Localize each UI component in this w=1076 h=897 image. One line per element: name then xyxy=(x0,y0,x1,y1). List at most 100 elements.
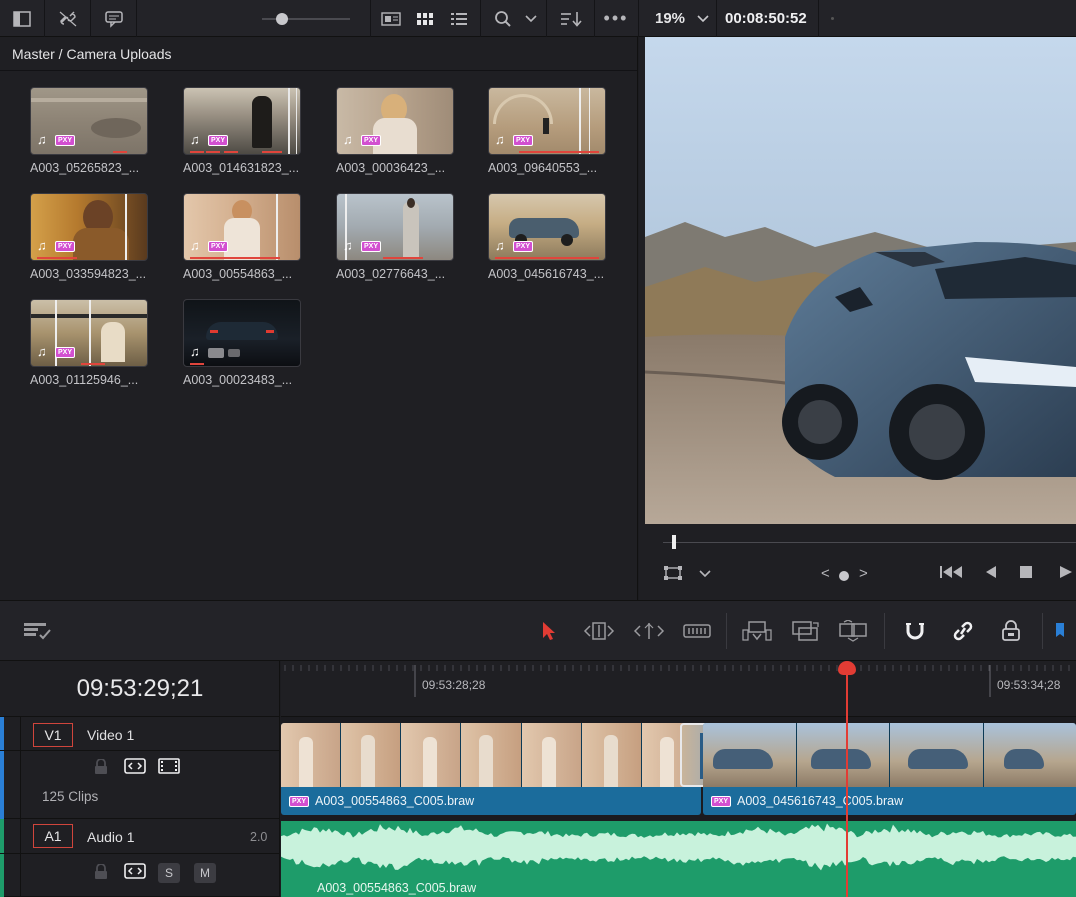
transform-icon[interactable] xyxy=(663,565,683,586)
video-track-header: V1 Video 1 125 Clips xyxy=(0,717,280,819)
timeline-ruler[interactable]: 09:53:28;28 09:53:34;28 xyxy=(281,661,1076,717)
clip-name: A003_01125946_... xyxy=(30,373,139,387)
position-lock-icon[interactable] xyxy=(994,617,1028,645)
clip-item[interactable]: ♫ PXY A003_09640553_... xyxy=(488,87,606,175)
play-reverse-icon[interactable] xyxy=(985,565,997,584)
auto-track-select-icon[interactable] xyxy=(124,758,146,774)
playhead-line[interactable] xyxy=(846,669,848,897)
sort-icon[interactable] xyxy=(556,3,586,34)
chevron-down-icon[interactable] xyxy=(520,3,542,34)
dot-indicator xyxy=(831,17,834,20)
proxy-badge: PXY xyxy=(55,347,76,358)
audio-note-icon: ♫ xyxy=(495,132,505,147)
viewer-frame xyxy=(645,37,1076,524)
clip-thumbnail: ♫ PXY xyxy=(30,193,148,261)
proxy-badge: PXY xyxy=(55,135,76,146)
audio-channel-format: 2.0 xyxy=(250,830,268,844)
track-selection-indicator xyxy=(0,717,4,819)
clip-item[interactable]: ♫ A003_00023483_... xyxy=(183,299,301,387)
camera-badge-icon xyxy=(228,349,240,357)
link-icon[interactable] xyxy=(52,3,84,34)
track-tag-v1[interactable]: V1 xyxy=(33,723,73,747)
viewer-timecode: 00:08:50:52 xyxy=(725,10,807,27)
ruler-timecode: 09:53:34;28 xyxy=(997,678,1061,692)
insert-clip-icon[interactable] xyxy=(740,617,774,645)
track-name-video[interactable]: Video 1 xyxy=(87,727,134,743)
stop-icon[interactable] xyxy=(1019,565,1033,584)
video-clip-label: PXY A003_045616743_C005.braw xyxy=(711,794,903,808)
clip-thumbnail: ♫ xyxy=(183,299,301,367)
clip-item[interactable]: ♫ PXY A003_014631823_... xyxy=(183,87,301,175)
solo-button[interactable]: S xyxy=(158,863,180,883)
clip-item[interactable]: ♫ PXY A003_01125946_... xyxy=(30,299,148,387)
clip-name: A003_014631823_... xyxy=(183,161,300,175)
track-name-audio[interactable]: Audio 1 xyxy=(87,829,134,845)
dynamic-trim-icon[interactable] xyxy=(632,617,666,645)
blade-tool-icon[interactable] xyxy=(680,617,714,645)
timeline-view-options-icon[interactable] xyxy=(20,617,54,645)
clip-name: A003_00023483_... xyxy=(183,373,293,387)
search-icon[interactable] xyxy=(488,3,518,34)
selection-tool-icon[interactable] xyxy=(532,617,566,645)
timeline-tracks[interactable]: 09:53:28;28 09:53:34;28 PXY A003_0055486… xyxy=(281,661,1076,897)
audio-note-icon: ♫ xyxy=(37,238,47,253)
disable-video-track-icon[interactable] xyxy=(158,758,180,774)
replace-clip-icon[interactable] xyxy=(836,617,870,645)
hd-badge-icon xyxy=(208,348,224,358)
lock-icon[interactable] xyxy=(94,759,108,775)
panel-toggle-icon[interactable] xyxy=(6,3,38,34)
video-clip[interactable]: PXY A003_045616743_C005.braw xyxy=(703,723,1076,815)
playhead-handle[interactable] xyxy=(838,661,856,675)
zoom-selector[interactable]: 19% xyxy=(645,3,709,34)
clip-item[interactable]: ♫ PXY A003_033594823_... xyxy=(30,193,148,281)
auto-track-select-icon[interactable] xyxy=(124,863,146,879)
list-view-icon[interactable] xyxy=(444,3,474,34)
audio-clip[interactable]: A003_00554863_C005.braw xyxy=(281,821,1076,897)
clip-item[interactable]: ♫ PXY A003_00036423_... xyxy=(336,87,454,175)
clip-name: A003_00554863_... xyxy=(183,267,293,281)
video-clip-thumbnails xyxy=(281,723,701,787)
linked-selection-icon[interactable] xyxy=(946,617,980,645)
audio-track-indicator xyxy=(0,819,4,897)
snapping-icon[interactable] xyxy=(898,617,932,645)
audio-note-icon: ♫ xyxy=(190,132,200,147)
trim-tool-icon[interactable] xyxy=(582,617,616,645)
mute-button[interactable]: M xyxy=(194,863,216,883)
grid-view-icon[interactable] xyxy=(410,3,440,34)
proxy-badge: PXY xyxy=(513,241,534,252)
clip-name: A003_045616743_C005.braw xyxy=(737,794,904,808)
clip-name: A003_05265823_... xyxy=(30,161,140,175)
breadcrumb[interactable]: Master / Camera Uploads xyxy=(0,37,637,71)
proxy-badge: PXY xyxy=(208,241,229,252)
track-tag-a1[interactable]: A1 xyxy=(33,824,73,848)
clip-thumbnail: ♫ PXY xyxy=(336,87,454,155)
transform-chevron-icon[interactable] xyxy=(699,565,711,583)
zoom-value: 19% xyxy=(655,10,686,27)
video-clip[interactable]: PXY A003_00554863_C005.braw xyxy=(281,723,701,815)
skip-to-start-icon[interactable] xyxy=(939,565,963,584)
clip-item[interactable]: ♫ PXY A003_00554863_... xyxy=(183,193,301,281)
proxy-badge: PXY xyxy=(289,795,310,807)
more-icon[interactable]: ••• xyxy=(600,3,632,34)
clip-thumbnail: ♫ PXY xyxy=(30,87,148,155)
scrubber-playhead[interactable] xyxy=(672,535,676,549)
viewer-panel: < > xyxy=(639,37,1076,600)
prev-clip-button[interactable]: < xyxy=(821,565,830,582)
next-clip-button[interactable]: > xyxy=(859,565,868,582)
clip-name: A003_02776643_... xyxy=(336,267,446,281)
clip-name: A003_09640553_... xyxy=(488,161,598,175)
slider-knob[interactable] xyxy=(276,13,288,25)
proxy-badge: PXY xyxy=(361,241,382,252)
viewer-scrubber[interactable] xyxy=(663,542,1076,543)
thumbnail-view-icon[interactable] xyxy=(376,3,406,34)
metadata-icon[interactable] xyxy=(98,3,130,34)
clip-name: A003_00036423_... xyxy=(336,161,446,175)
play-icon[interactable] xyxy=(1059,565,1073,584)
clip-item[interactable]: ♫ PXY A003_05265823_... xyxy=(30,87,148,175)
overwrite-clip-icon[interactable] xyxy=(788,617,822,645)
clip-item[interactable]: ♫ PXY A003_02776643_... xyxy=(336,193,454,281)
flag-marker-icon[interactable] xyxy=(1050,617,1070,645)
clip-item[interactable]: ♫ PXY A003_045616743_... xyxy=(488,193,606,281)
proxy-badge: PXY xyxy=(55,241,76,252)
lock-icon[interactable] xyxy=(94,864,108,880)
